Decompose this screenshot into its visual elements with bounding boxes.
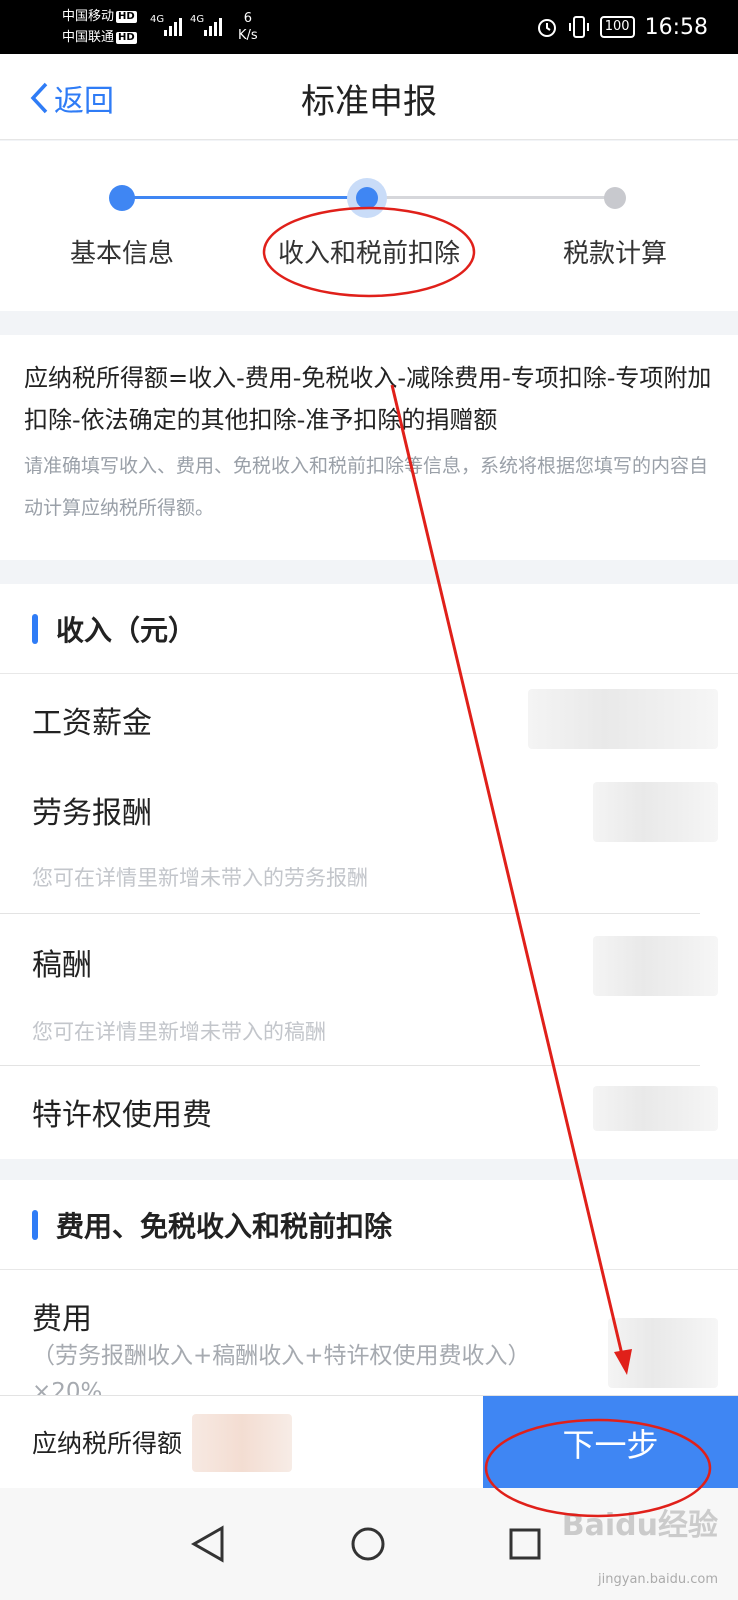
nav-home-icon[interactable] — [350, 1526, 386, 1562]
income-row-salary[interactable]: 工资薪金 — [0, 674, 738, 764]
income-row-franchise[interactable]: 特许权使用费 — [0, 1066, 738, 1156]
hd-badge: HD — [116, 31, 137, 44]
redacted-value — [593, 936, 718, 996]
step-dot-1 — [109, 185, 135, 211]
step-label-3: 税款计算 — [562, 239, 667, 269]
carrier-1: 中国移动 — [62, 9, 115, 24]
nav-back-icon[interactable] — [190, 1524, 226, 1564]
section-title: 收入（元） — [56, 613, 197, 647]
row-hint: （劳务报酬收入+稿酬收入+特许权使用费收入）×20% — [32, 1343, 531, 1395]
redacted-value — [593, 1086, 718, 1131]
section-header: 费用、免税收入和税前扣除 — [0, 1180, 738, 1270]
row-hint: 您可在详情里新增未带入的劳务报酬 — [32, 866, 368, 890]
vibrate-icon — [568, 16, 589, 38]
step-label-1: 基本信息 — [69, 239, 174, 269]
status-bar: 中国移动 HD 中国联通 HD 4G 4G 6 K/s 100 16:58 — [0, 0, 738, 54]
redacted-value — [608, 1318, 718, 1388]
taxable-income-label: 应纳税所得额 — [32, 1429, 183, 1458]
progress-stepper: 基本信息 收入和税前扣除 税款计算 — [0, 141, 738, 311]
alarm-icon — [537, 19, 556, 37]
page-title: 标准申报 — [301, 82, 437, 122]
section-accent-bar — [32, 1209, 38, 1240]
next-step-button[interactable]: 下一步 — [483, 1396, 738, 1489]
formula-card: 应纳税所得额=收入-费用-免税收入-减除费用-专项扣除-专项附加扣除-依法确定的… — [0, 335, 738, 560]
step-dot-3 — [604, 187, 626, 209]
battery-icon: 100 — [599, 16, 635, 38]
network-type-2: 4G — [190, 14, 205, 25]
step-connector-done — [122, 196, 362, 199]
nav-bar: 返回 标准申报 — [0, 54, 738, 140]
baidu-watermark: Baidu经验 — [561, 1508, 718, 1543]
section-header: 收入（元） — [0, 584, 738, 674]
deductions-section: 费用、免税收入和税前扣除 费用 （劳务报酬收入+稿酬收入+特许权使用费收入）×2… — [0, 1180, 738, 1395]
signal-icon — [164, 14, 182, 36]
carrier-2: 中国联通 — [62, 30, 115, 45]
step-connector-pending — [372, 196, 612, 199]
baidu-watermark-url: jingyan.baidu.com — [598, 1572, 718, 1587]
bottom-action-bar: 应纳税所得额 下一步 — [0, 1395, 738, 1489]
signal-icon — [204, 14, 222, 36]
section-accent-bar — [32, 613, 38, 644]
row-hint: 您可在详情里新增未带入的稿酬 — [32, 1020, 326, 1044]
network-speed: 6 K/s — [238, 11, 258, 43]
network-type-1: 4G — [150, 14, 165, 25]
redacted-value — [192, 1414, 292, 1472]
hd-badge: HD — [116, 10, 137, 23]
income-row-royalty[interactable]: 稿酬 您可在详情里新增未带入的稿酬 — [0, 914, 738, 1066]
redacted-value — [528, 689, 718, 749]
formula-text: 应纳税所得额=收入-费用-免税收入-减除费用-专项扣除-专项附加扣除-依法确定的… — [24, 364, 712, 434]
deduction-row-expense[interactable]: 费用 （劳务报酬收入+稿酬收入+特许权使用费收入）×20% — [0, 1270, 738, 1395]
step-label-2: 收入和税前扣除 — [277, 239, 460, 269]
clock: 16:58 — [644, 14, 708, 40]
formula-note: 请准确填写收入、费用、免税收入和税前扣除等信息，系统将根据您填写的内容自动计算应… — [24, 455, 709, 519]
carrier-info: 中国移动 HD 中国联通 HD — [62, 6, 137, 48]
section-title: 费用、免税收入和税前扣除 — [56, 1209, 393, 1243]
nav-recents-icon[interactable] — [508, 1527, 542, 1561]
income-row-labor[interactable]: 劳务报酬 您可在详情里新增未带入的劳务报酬 — [0, 764, 738, 914]
redacted-value — [593, 782, 718, 842]
step-dot-2 — [356, 187, 378, 209]
income-section: 收入（元） 工资薪金 劳务报酬 您可在详情里新增未带入的劳务报酬 稿酬 您可在详… — [0, 584, 738, 1159]
